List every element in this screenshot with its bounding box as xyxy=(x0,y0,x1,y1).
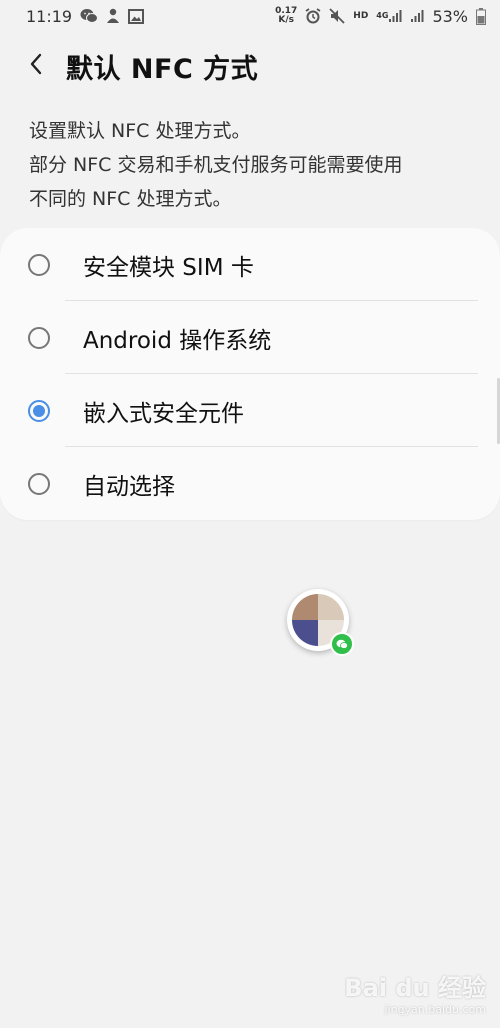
wechat-icon xyxy=(80,8,99,24)
option-sim-card[interactable]: 安全模块 SIM 卡 xyxy=(0,228,500,301)
signal-icon: 4G xyxy=(376,9,402,23)
wechat-icon xyxy=(330,632,354,656)
watermark-sub: jingyan.baidu.com xyxy=(384,1003,486,1016)
option-android-os[interactable]: Android 操作系统 xyxy=(0,301,500,374)
status-bar-right: 0.17 K/s HD 4G 53% xyxy=(275,7,486,26)
option-embedded-secure-element[interactable]: 嵌入式安全元件 xyxy=(0,374,500,447)
watermark: Bai du 经验 jingyan.baidu.com xyxy=(344,968,486,1016)
description-line: 不同的 NFC 处理方式。 xyxy=(29,188,232,210)
option-auto-select[interactable]: 自动选择 xyxy=(0,447,500,520)
mute-icon xyxy=(329,8,345,24)
status-bar-left: 11:19 xyxy=(26,6,145,26)
network-speed-unit: K/s xyxy=(278,15,294,25)
option-label: 安全模块 SIM 卡 xyxy=(83,254,254,281)
person-icon xyxy=(106,8,120,24)
back-button[interactable] xyxy=(16,46,56,86)
chevron-left-icon xyxy=(29,53,43,79)
option-label: Android 操作系统 xyxy=(83,327,272,354)
option-label: 嵌入式安全元件 xyxy=(83,400,244,427)
watermark-text: Bai du 经验 xyxy=(344,974,486,1002)
option-label: 自动选择 xyxy=(83,473,175,500)
signal-icon xyxy=(410,9,424,23)
app-header: 默认 NFC 方式 xyxy=(0,36,500,96)
image-icon xyxy=(128,8,145,24)
description-line: 部分 NFC 交易和手机支付服务可能需要使用 xyxy=(29,154,403,176)
network-speed: 0.17 K/s xyxy=(275,7,297,25)
radio-button[interactable] xyxy=(28,472,50,495)
network-type: 4G xyxy=(376,11,389,20)
status-bar: 11:19 0.17 K/s HD 4G 53% xyxy=(0,0,500,32)
battery-percent: 53% xyxy=(432,6,468,26)
alarm-icon xyxy=(305,8,321,24)
description-text: 设置默认 NFC 处理方式。 部分 NFC 交易和手机支付服务可能需要使用 不同… xyxy=(29,114,479,216)
radio-button[interactable] xyxy=(28,326,50,349)
battery-icon xyxy=(476,7,486,25)
radio-button-selected[interactable] xyxy=(28,399,50,422)
clock: 11:19 xyxy=(26,6,73,26)
nfc-options-card: 安全模块 SIM 卡 Android 操作系统 嵌入式安全元件 自动选择 xyxy=(0,228,500,520)
description-line: 设置默认 NFC 处理方式。 xyxy=(29,120,251,142)
radio-button[interactable] xyxy=(28,253,50,276)
floating-chat-bubble[interactable] xyxy=(287,589,354,656)
page-title: 默认 NFC 方式 xyxy=(66,53,259,85)
hd-indicator: HD xyxy=(353,11,369,21)
